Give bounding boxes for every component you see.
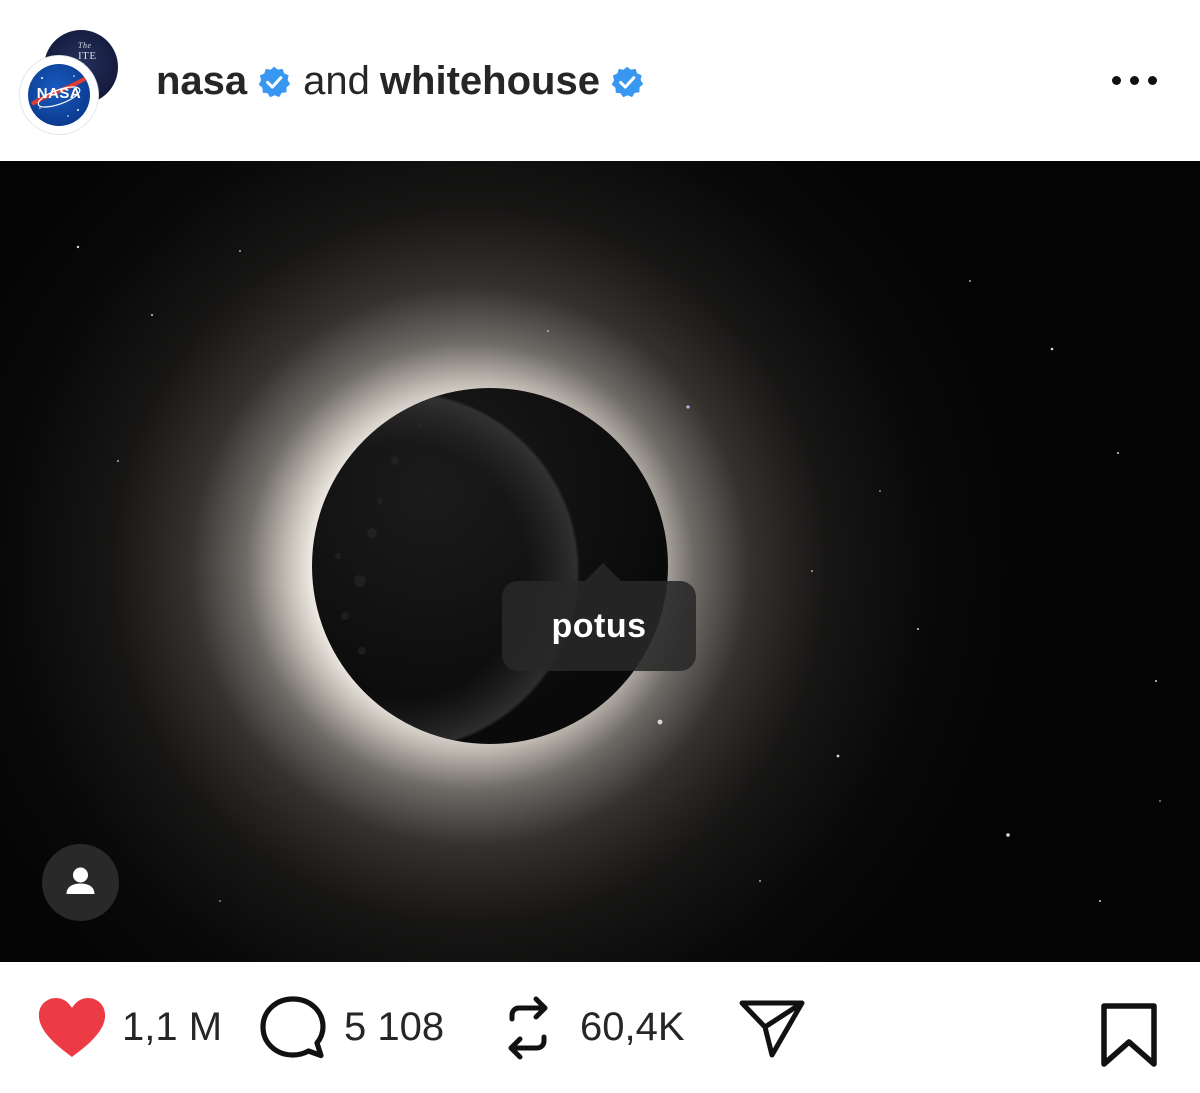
repost-icon [508, 996, 548, 1059]
more-horizontal-icon [1112, 76, 1121, 85]
more-dot [1148, 76, 1157, 85]
post-actions: 1,1 M 5 108 60,4K [0, 962, 1200, 1093]
post-header: The ITE E NASA nasa [0, 0, 1200, 160]
author-whitehouse-link[interactable]: whitehouse [380, 59, 600, 104]
more-dot [1130, 76, 1139, 85]
author-joiner: and [303, 58, 370, 103]
tag-pointer [585, 563, 621, 581]
more-options-button[interactable] [1108, 64, 1162, 96]
nasa-logo-icon: NASA [28, 64, 90, 126]
comment-icon [260, 995, 326, 1058]
repost-button[interactable]: 60,4K [498, 962, 685, 1093]
tagged-user-label[interactable]: potus [502, 581, 696, 671]
author-nasa-link[interactable]: nasa [156, 59, 247, 104]
bookmark-icon[interactable] [1098, 1002, 1160, 1068]
post: The ITE E NASA nasa [0, 0, 1200, 1093]
post-image[interactable]: potus [0, 161, 1200, 962]
comment-button[interactable]: 5 108 [260, 962, 444, 1093]
person-icon [66, 867, 95, 894]
like-count: 1,1 M [122, 1005, 223, 1049]
nasa-avatar[interactable]: NASA [20, 56, 98, 134]
verified-badge-icon [258, 66, 291, 98]
share-button[interactable] [738, 962, 806, 1093]
tagged-users-button[interactable] [42, 844, 119, 921]
repost-count: 60,4K [580, 1005, 685, 1049]
share-icon [739, 1000, 805, 1057]
verified-badge-icon [611, 66, 644, 98]
post-authors: nasa and whitehouse [156, 55, 644, 107]
heart-icon [38, 997, 106, 1057]
nasa-wordmark: NASA [36, 85, 82, 102]
eclipse-image [0, 161, 1200, 962]
comment-count: 5 108 [344, 1005, 445, 1049]
like-button[interactable]: 1,1 M [36, 962, 222, 1093]
